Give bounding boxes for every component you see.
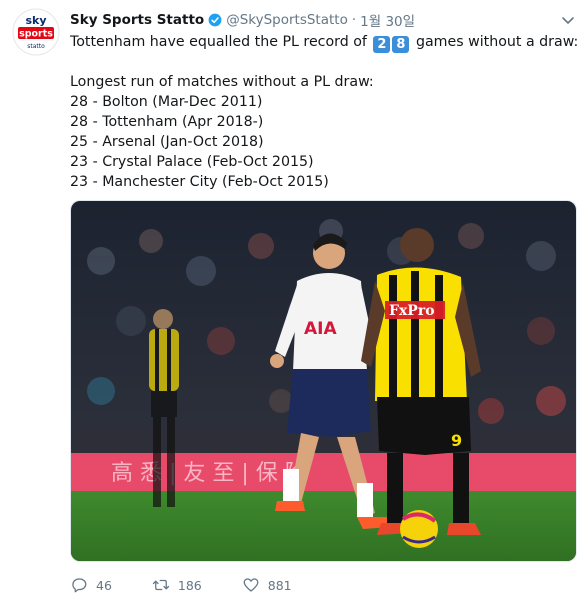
list-item: 23 - Manchester City (Feb-Oct 2015) [70, 174, 329, 190]
shirt-sponsor-right: FxPro [389, 303, 435, 319]
like-count: 881 [267, 577, 292, 593]
keycap-digit-8: 8 [392, 36, 410, 53]
shirt-sponsor-left: AIA [304, 319, 337, 339]
tweet-timestamp[interactable]: 1월 30일 [360, 10, 415, 30]
verified-badge-icon [208, 13, 222, 27]
avatar[interactable]: sky sports statto [12, 8, 60, 56]
list-item: 23 - Crystal Palace (Feb-Oct 2015) [70, 154, 314, 170]
shorts-number: 9 [451, 431, 462, 450]
intro-before: Tottenham have equalled the PL record of [70, 34, 367, 50]
tweet-actions: 46 186 881 [70, 576, 332, 594]
reply-button[interactable]: 46 [70, 576, 112, 594]
tweet-text: Tottenham have equalled the PL record of… [70, 32, 578, 192]
list-item: 28 - Tottenham (Apr 2018-) [70, 114, 264, 130]
tweet-header: Sky Sports Statto @SkySportsStatto · 1월 … [70, 10, 415, 30]
tweet-photo[interactable]: 高 悉 | 友 至 | 保 险 AIA FxPro 9 [70, 200, 577, 562]
heart-icon [243, 578, 259, 592]
list-heading: Longest run of matches without a PL draw… [70, 74, 374, 90]
list-item: 25 - Arsenal (Jan-Oct 2018) [70, 134, 264, 150]
retweet-icon [152, 579, 170, 591]
intro-after: games without a draw: [415, 34, 579, 50]
logo-sports-text: sports [19, 29, 53, 40]
chevron-down-icon[interactable] [560, 12, 576, 28]
reply-count: 46 [96, 577, 112, 593]
football [400, 510, 438, 548]
logo-sky-text: sky [25, 14, 46, 27]
tweet-intro-line: Tottenham have equalled the PL record of… [70, 32, 578, 53]
retweet-button[interactable]: 186 [152, 576, 202, 594]
list-item: 28 - Bolton (Mar-Dec 2011) [70, 94, 263, 110]
tweet-card[interactable]: sky sports statto Sky Sports Statto @Sky… [0, 0, 588, 604]
keycap-digit-2: 2 [373, 36, 391, 53]
reply-icon [72, 578, 87, 593]
author-handle[interactable]: @SkySportsStatto [226, 12, 348, 28]
logo-statto-text: statto [27, 43, 45, 50]
like-button[interactable]: 881 [242, 576, 292, 594]
board-text: 高 悉 | 友 至 | 保 险 [111, 461, 307, 486]
football-match-photo: 高 悉 | 友 至 | 保 险 AIA FxPro 9 [71, 201, 576, 561]
sky-sports-logo: sky sports statto [12, 8, 60, 56]
retweet-count: 186 [177, 577, 202, 593]
separator-dot: · [351, 12, 357, 28]
author-name[interactable]: Sky Sports Statto [70, 12, 204, 28]
